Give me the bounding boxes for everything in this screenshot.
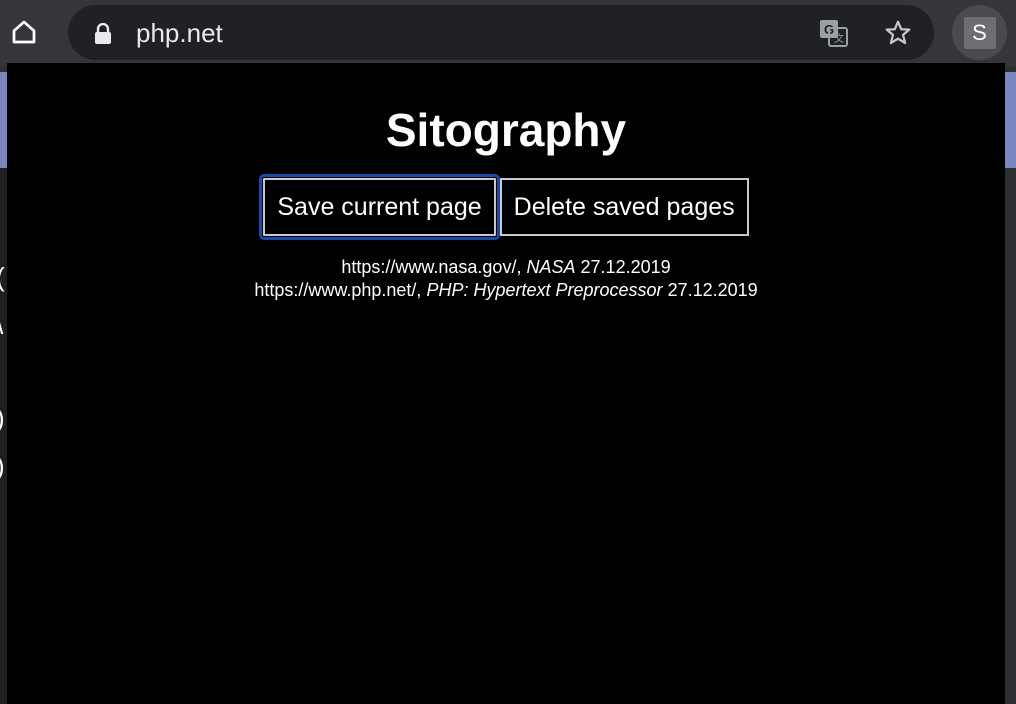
- sitography-popup: Sitography Save current page Delete save…: [7, 63, 1005, 704]
- browser-toolbar: php.net G 文 S: [0, 0, 1016, 66]
- background-glyph: \: [0, 311, 3, 339]
- list-item: https://www.nasa.gov/, NASA 27.12.2019: [7, 256, 1005, 279]
- entry-page-title: NASA: [526, 257, 576, 277]
- save-current-page-button[interactable]: Save current page: [259, 174, 500, 240]
- saved-pages-list: https://www.nasa.gov/, NASA 27.12.2019 h…: [7, 256, 1005, 302]
- entry-date: 27.12.2019: [580, 257, 671, 277]
- entry-url-link[interactable]: https://www.php.net/: [254, 280, 416, 300]
- star-icon: [885, 20, 911, 45]
- entry-page-title: PHP: Hypertext Preprocessor: [426, 280, 663, 300]
- entry-date: 27.12.2019: [667, 280, 758, 300]
- svg-text:文: 文: [834, 32, 844, 45]
- background-glyph: (: [0, 263, 5, 291]
- translate-icon: G 文: [820, 20, 848, 47]
- background-glyph: ): [0, 404, 5, 432]
- url-text[interactable]: php.net: [136, 18, 223, 48]
- profile-button[interactable]: S: [952, 5, 1007, 60]
- avatar: S: [963, 16, 996, 49]
- lock-icon: [92, 23, 114, 45]
- address-bar[interactable]: php.net G 文: [68, 5, 934, 60]
- home-button[interactable]: [6, 14, 42, 50]
- background-glyph: ): [0, 452, 5, 480]
- button-row: Save current page Delete saved pages: [7, 174, 1005, 240]
- delete-saved-pages-button[interactable]: Delete saved pages: [499, 178, 749, 236]
- entry-separator: ,: [416, 280, 422, 300]
- entry-separator: ,: [516, 257, 522, 277]
- list-item: https://www.php.net/, PHP: Hypertext Pre…: [7, 279, 1005, 302]
- bookmark-star-button[interactable]: [880, 15, 916, 51]
- entry-url-link[interactable]: https://www.nasa.gov/: [341, 257, 516, 277]
- home-icon: [12, 20, 36, 44]
- popup-title: Sitography: [385, 104, 627, 156]
- translate-button[interactable]: G 文: [816, 15, 852, 51]
